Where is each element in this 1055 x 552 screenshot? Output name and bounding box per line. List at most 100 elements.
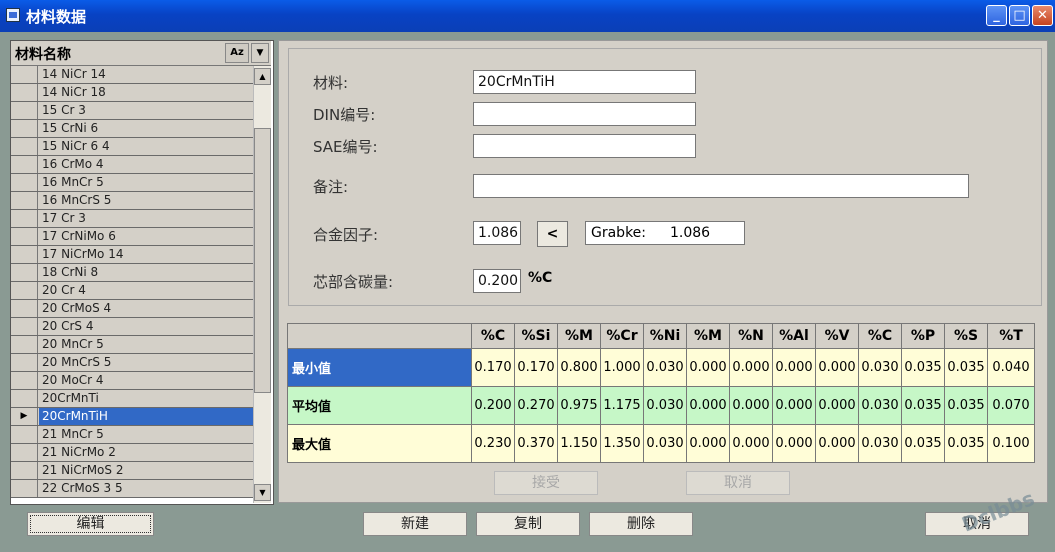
column-header[interactable]: %Si — [514, 323, 558, 349]
list-item[interactable]: 20CrMnTi — [11, 390, 253, 408]
table-cell[interactable]: 0.000 — [686, 424, 730, 463]
table-cell[interactable]: 0.270 — [514, 386, 558, 425]
table-cell[interactable]: 0.200 — [471, 386, 515, 425]
row-selector[interactable] — [11, 192, 38, 209]
list-item[interactable]: 20 Cr 4 — [11, 282, 253, 300]
row-selector[interactable] — [11, 156, 38, 173]
row-selector[interactable] — [11, 300, 38, 317]
table-cell[interactable]: 0.170 — [471, 348, 515, 387]
minimize-button[interactable]: _ — [986, 5, 1007, 26]
delete-button[interactable]: 删除 — [589, 512, 693, 536]
table-cell[interactable]: 0.035 — [901, 424, 945, 463]
list-scrollbar[interactable]: ▲ ▼ — [253, 66, 271, 503]
list-item[interactable]: 14 NiCr 18 — [11, 84, 253, 102]
list-item[interactable]: 16 MnCr 5 — [11, 174, 253, 192]
row-selector[interactable] — [11, 102, 38, 119]
row-selector[interactable] — [11, 246, 38, 263]
scroll-up-icon[interactable]: ▲ — [254, 68, 271, 85]
row-selector[interactable] — [11, 372, 38, 389]
row-selector[interactable] — [11, 444, 38, 461]
list-item[interactable]: 15 NiCr 6 4 — [11, 138, 253, 156]
list-item[interactable]: 17 Cr 3 — [11, 210, 253, 228]
list-item[interactable]: 21 MnCr 5 — [11, 426, 253, 444]
maximize-button[interactable]: □ — [1009, 5, 1030, 26]
row-label[interactable]: 平均值 — [287, 386, 472, 425]
column-header[interactable]: %V — [815, 323, 859, 349]
row-selector[interactable] — [11, 84, 38, 101]
table-cell[interactable]: 0.035 — [901, 348, 945, 387]
scroll-thumb[interactable] — [254, 128, 271, 393]
list-item[interactable]: 21 NiCrMo 2 — [11, 444, 253, 462]
column-header[interactable]: %Al — [772, 323, 816, 349]
list-item[interactable]: 15 CrNi 6 — [11, 120, 253, 138]
din-input[interactable] — [473, 102, 696, 126]
row-selector[interactable] — [11, 462, 38, 479]
table-cell[interactable]: 0.000 — [772, 348, 816, 387]
row-selector[interactable] — [11, 318, 38, 335]
table-cell[interactable]: 0.030 — [643, 424, 687, 463]
edit-button[interactable]: 编辑 — [27, 512, 154, 536]
table-cell[interactable]: 0.800 — [557, 348, 601, 387]
column-header[interactable]: %T — [987, 323, 1035, 349]
list-item[interactable]: 21 NiCrMoS 2 — [11, 462, 253, 480]
copy-button[interactable]: 复制 — [476, 512, 580, 536]
cancel-edit-button[interactable]: 取消 — [686, 471, 790, 495]
column-header[interactable]: %Cr — [600, 323, 644, 349]
row-selector-arrow-icon[interactable]: ▶ — [11, 408, 38, 425]
table-cell[interactable]: 1.150 — [557, 424, 601, 463]
core-carbon-input[interactable]: 0.200 — [473, 269, 521, 293]
list-item[interactable]: 22 CrMoS 3 5 — [11, 480, 253, 498]
list-item[interactable]: 14 NiCr 14 — [11, 66, 253, 84]
row-selector[interactable] — [11, 390, 38, 407]
column-header[interactable]: %S — [944, 323, 988, 349]
table-cell[interactable]: 0.035 — [944, 424, 988, 463]
table-cell[interactable]: 0.000 — [815, 348, 859, 387]
row-selector[interactable] — [11, 210, 38, 227]
table-cell[interactable]: 0.030 — [858, 348, 902, 387]
table-cell[interactable]: 0.030 — [858, 424, 902, 463]
row-label[interactable]: 最小值 — [287, 348, 472, 387]
row-selector[interactable] — [11, 66, 38, 83]
table-cell[interactable]: 0.030 — [858, 386, 902, 425]
list-item[interactable]: ▶ 20CrMnTiH — [11, 408, 253, 426]
row-selector[interactable] — [11, 264, 38, 281]
table-cell[interactable]: 0.100 — [987, 424, 1035, 463]
table-cell[interactable]: 0.000 — [729, 386, 773, 425]
table-cell[interactable]: 0.000 — [772, 424, 816, 463]
row-selector[interactable] — [11, 138, 38, 155]
list-item[interactable]: 20 CrMoS 4 — [11, 300, 253, 318]
sae-input[interactable] — [473, 134, 696, 158]
remark-input[interactable] — [473, 174, 969, 198]
column-header[interactable]: %C — [858, 323, 902, 349]
list-item[interactable]: 20 MnCr 5 — [11, 336, 253, 354]
column-header[interactable]: %C — [471, 323, 515, 349]
list-item[interactable]: 20 MoCr 4 — [11, 372, 253, 390]
column-header[interactable]: %M — [557, 323, 601, 349]
list-item[interactable]: 17 NiCrMo 14 — [11, 246, 253, 264]
column-header[interactable]: %P — [901, 323, 945, 349]
row-selector[interactable] — [11, 174, 38, 191]
list-item[interactable]: 16 CrMo 4 — [11, 156, 253, 174]
row-selector[interactable] — [11, 426, 38, 443]
list-item[interactable]: 20 MnCrS 5 — [11, 354, 253, 372]
row-selector[interactable] — [11, 228, 38, 245]
row-selector[interactable] — [11, 282, 38, 299]
sort-az-icon[interactable]: Az — [225, 43, 249, 63]
material-input[interactable]: 20CrMnTiH — [473, 70, 696, 94]
table-cell[interactable]: 0.000 — [729, 424, 773, 463]
list-item[interactable]: 18 CrNi 8 — [11, 264, 253, 282]
table-cell[interactable]: 0.975 — [557, 386, 601, 425]
list-item[interactable]: 20 CrS 4 — [11, 318, 253, 336]
list-item[interactable]: 15 Cr 3 — [11, 102, 253, 120]
row-selector[interactable] — [11, 336, 38, 353]
column-header[interactable]: %Ni — [643, 323, 687, 349]
new-button[interactable]: 新建 — [363, 512, 467, 536]
table-cell[interactable]: 0.030 — [643, 348, 687, 387]
row-selector[interactable] — [11, 354, 38, 371]
table-cell[interactable]: 1.000 — [600, 348, 644, 387]
table-cell[interactable]: 0.000 — [686, 386, 730, 425]
table-cell[interactable]: 1.175 — [600, 386, 644, 425]
list-item[interactable]: 16 MnCrS 5 — [11, 192, 253, 210]
table-cell[interactable]: 0.000 — [729, 348, 773, 387]
table-cell[interactable]: 0.000 — [772, 386, 816, 425]
